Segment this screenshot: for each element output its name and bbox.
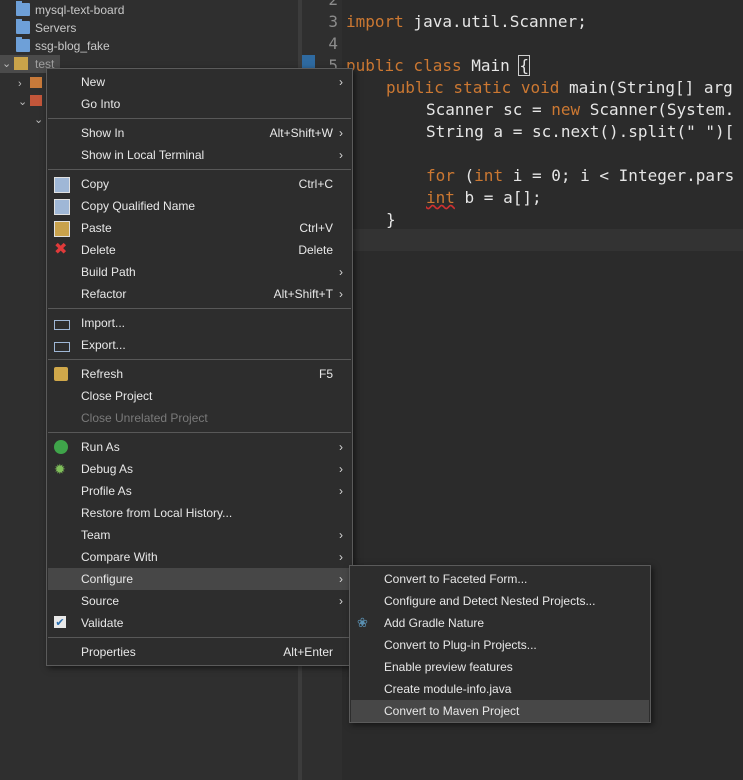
delete-icon: ✖ <box>54 241 68 258</box>
chevron-right-icon[interactable]: › <box>18 75 28 93</box>
chevron-right-icon: › <box>339 462 343 476</box>
code-line: Scanner sc = new Scanner(System. <box>426 100 735 119</box>
paste-icon <box>54 221 70 237</box>
menu-item-copy[interactable]: Copy Ctrl+C <box>48 173 351 195</box>
chevron-right-icon: › <box>339 440 343 454</box>
current-line-highlight <box>342 229 743 251</box>
tree-item-label: ssg-blog_fake <box>35 39 110 53</box>
tree-item-servers[interactable]: Servers <box>0 19 298 37</box>
export-icon <box>54 342 70 352</box>
menu-separator <box>48 432 351 433</box>
submenu-item-add-gradle[interactable]: ❀ Add Gradle Nature <box>351 612 649 634</box>
menu-item-go-into[interactable]: Go Into <box>48 93 351 115</box>
debug-bug-icon: ✹ <box>54 461 66 477</box>
menu-item-run-as[interactable]: Run As › <box>48 436 351 458</box>
chevron-right-icon: › <box>339 148 343 162</box>
tree-item-ssg-blog-fake[interactable]: ssg-blog_fake <box>0 37 298 55</box>
menu-item-copy-qualified-name[interactable]: Copy Qualified Name <box>48 195 351 217</box>
context-menu: New › Go Into Show In Alt+Shift+W › Show in… <box>46 68 353 666</box>
menu-separator <box>48 359 351 360</box>
menu-separator <box>48 308 351 309</box>
menu-item-export[interactable]: Export... <box>48 334 351 356</box>
configure-submenu: Convert to Faceted Form... Configure and… <box>349 565 651 723</box>
chevron-right-icon: › <box>339 265 343 279</box>
menu-item-profile-as[interactable]: Profile As › <box>48 480 351 502</box>
menu-separator <box>48 118 351 119</box>
menu-item-show-in[interactable]: Show In Alt+Shift+W › <box>48 122 351 144</box>
menu-item-refactor[interactable]: Refactor Alt+Shift+T › <box>48 283 351 305</box>
menu-item-paste[interactable]: Paste Ctrl+V <box>48 217 351 239</box>
folder-icon <box>16 1 30 16</box>
tree-item-mysql-text-board[interactable]: mysql-text-board <box>0 1 298 19</box>
code-line: String a = sc.next().split(" ")[ <box>426 122 735 141</box>
copy-icon <box>54 177 70 193</box>
menu-separator <box>48 169 351 170</box>
line-number: 3 <box>328 12 338 31</box>
copy-qualified-icon <box>54 199 70 215</box>
menu-item-new[interactable]: New › <box>48 71 351 93</box>
code-line: public class Main { <box>346 55 530 76</box>
menu-item-debug-as[interactable]: ✹ Debug As › <box>48 458 351 480</box>
chevron-right-icon: › <box>339 484 343 498</box>
menu-item-build-path[interactable]: Build Path › <box>48 261 351 283</box>
submenu-item-convert-plugin[interactable]: Convert to Plug-in Projects... <box>351 634 649 656</box>
menu-item-compare-with[interactable]: Compare With › <box>48 546 351 568</box>
run-icon <box>54 440 68 454</box>
folder-icon <box>16 19 30 34</box>
chevron-down-icon[interactable]: ⌄ <box>34 111 44 129</box>
gradle-elephant-icon: ❀ <box>357 615 368 630</box>
menu-item-restore-local-history[interactable]: Restore from Local History... <box>48 502 351 524</box>
chevron-right-icon: › <box>339 594 343 608</box>
submenu-item-create-module-info[interactable]: Create module-info.java <box>351 678 649 700</box>
chevron-right-icon: › <box>339 126 343 140</box>
menu-item-properties[interactable]: Properties Alt+Enter <box>48 641 351 663</box>
chevron-right-icon: › <box>339 528 343 542</box>
menu-item-show-local-terminal[interactable]: Show in Local Terminal › <box>48 144 351 166</box>
line-number: 2 <box>302 0 338 11</box>
code-line: } <box>386 210 396 229</box>
chevron-down-icon[interactable]: ⌄ <box>2 55 12 73</box>
chevron-right-icon: › <box>339 75 343 89</box>
line-number: 4 <box>328 34 338 53</box>
tree-item-label: Servers <box>35 21 77 35</box>
chevron-right-icon: › <box>339 287 343 301</box>
folder-icon <box>16 37 30 52</box>
code-line: int b = a[]; <box>426 188 542 207</box>
submenu-item-convert-faceted[interactable]: Convert to Faceted Form... <box>351 568 649 590</box>
import-icon <box>54 320 70 330</box>
jre-library-icon <box>30 77 42 88</box>
code-line: for (int i = 0; i < Integer.pars <box>426 166 735 185</box>
menu-item-close-unrelated-project: Close Unrelated Project <box>81 411 208 425</box>
tree-item-label: mysql-text-board <box>35 3 125 17</box>
java-project-icon <box>14 57 28 70</box>
submenu-item-convert-maven[interactable]: Convert to Maven Project <box>351 700 649 722</box>
chevron-right-icon: › <box>339 572 343 586</box>
folding-marker-icon[interactable] <box>302 55 315 68</box>
menu-item-validate[interactable]: ✔ Validate <box>48 612 351 634</box>
submenu-item-enable-preview[interactable]: Enable preview features <box>351 656 649 678</box>
menu-separator <box>48 637 351 638</box>
menu-item-refresh[interactable]: Refresh F5 <box>48 363 351 385</box>
menu-item-team[interactable]: Team › <box>48 524 351 546</box>
chevron-down-icon[interactable]: ⌄ <box>18 93 28 111</box>
menu-item-delete[interactable]: ✖ Delete Delete <box>48 239 351 261</box>
code-line: import java.util.Scanner; <box>346 12 587 31</box>
menu-item-configure[interactable]: Configure › <box>48 568 351 590</box>
refresh-icon <box>54 367 68 381</box>
source-folder-icon <box>30 95 42 106</box>
chevron-right-icon: › <box>339 550 343 564</box>
menu-item-import[interactable]: Import... <box>48 312 351 334</box>
code-line: public static void main(String[] arg <box>386 78 733 97</box>
submenu-item-detect-nested[interactable]: Configure and Detect Nested Projects... <box>351 590 649 612</box>
checkbox-checked-icon: ✔ <box>54 616 66 629</box>
menu-item-source[interactable]: Source › <box>48 590 351 612</box>
menu-item-close-project[interactable]: Close Project <box>48 385 351 407</box>
